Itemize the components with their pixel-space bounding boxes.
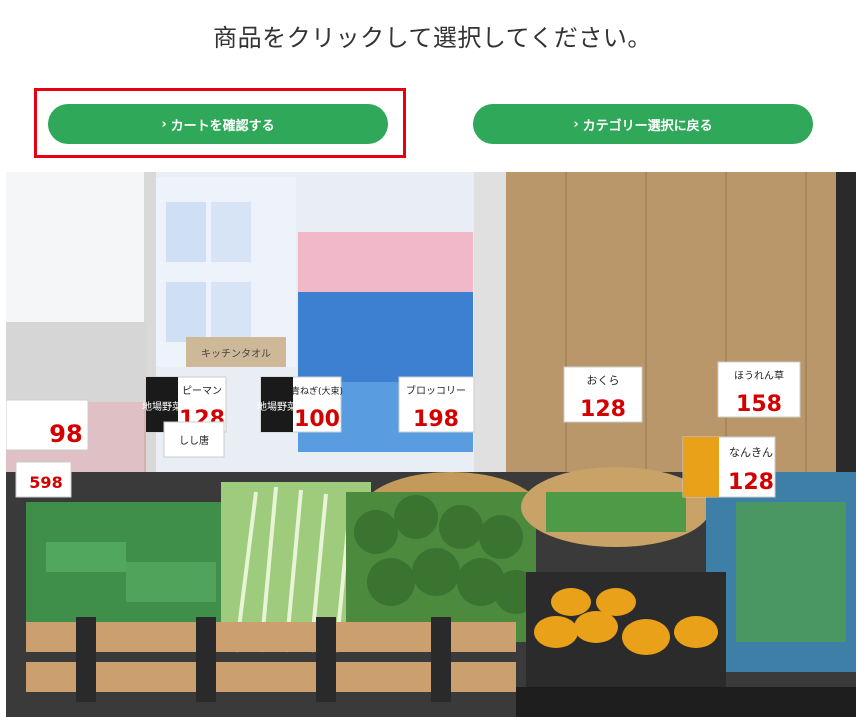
price-tag-sticker: 地場野菜 — [257, 400, 297, 413]
back-to-category-button[interactable]: › カテゴリー選択に戻る — [473, 104, 813, 144]
price-tag-price: 158 — [736, 392, 782, 417]
view-cart-button[interactable]: › カートを確認する — [48, 104, 388, 144]
price-tag-label: ブロッコリー — [406, 384, 466, 397]
price-tag-price: 198 — [413, 407, 459, 432]
price-tag-label: しし唐 — [179, 434, 209, 447]
price-tag-label: ほうれん草 — [734, 370, 784, 382]
produce-display-illustration: 地場野菜 ピーマン 128 しし唐 地場野菜 青ねぎ(大束) 100 ブロッコリ… — [6, 172, 856, 717]
produce-display-photo[interactable]: 地場野菜 ピーマン 128 しし唐 地場野菜 青ねぎ(大束) 100 ブロッコリ… — [6, 172, 856, 717]
price-tag-price: 598 — [29, 473, 62, 492]
chevron-right-icon: › — [573, 116, 579, 132]
background-package-text: キッチンタオル — [201, 348, 271, 360]
price-tag-label: ピーマン — [182, 385, 222, 397]
price-tag-price: 128 — [728, 470, 774, 495]
back-to-category-label: カテゴリー選択に戻る — [582, 118, 713, 134]
price-tag-label: 青ねぎ(大束) — [291, 385, 343, 397]
price-tag-price: 100 — [294, 407, 340, 432]
price-tag-sticker: 地場野菜 — [142, 400, 182, 413]
price-tag-price: 128 — [580, 397, 626, 422]
page-title: 商品をクリックして選択してください。 — [213, 24, 652, 52]
view-cart-label: カートを確認する — [170, 118, 275, 134]
price-tag-price: 98 — [49, 420, 82, 448]
chevron-right-icon: › — [161, 116, 167, 132]
price-tag-label: おくら — [587, 374, 620, 387]
price-tag-label: なんきん — [729, 446, 773, 459]
